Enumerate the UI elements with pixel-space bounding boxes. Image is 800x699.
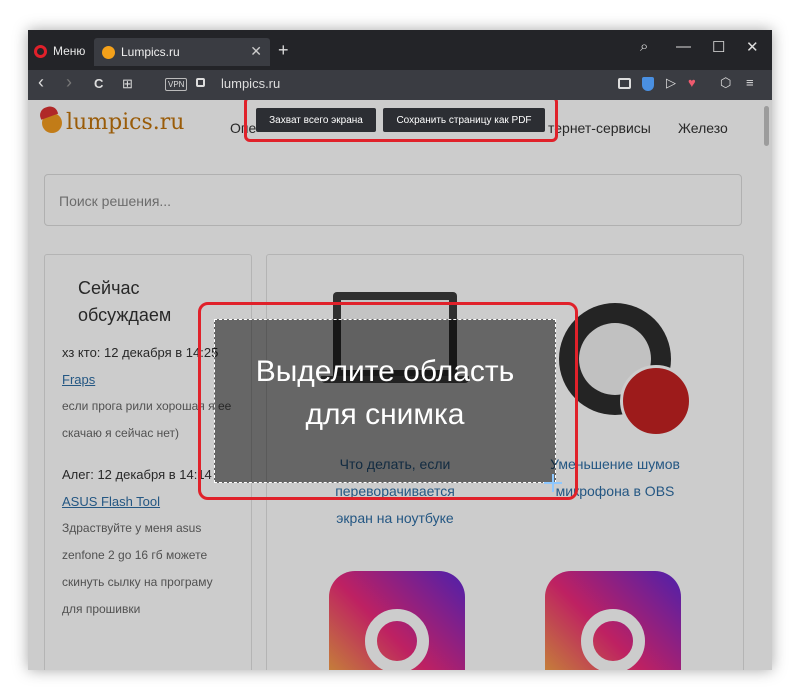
selection-hint: Выделите область для снимка [215,350,555,436]
selection-hint-line1: Выделите область [255,355,515,388]
tab-title: Lumpics.ru [121,45,180,59]
selection-area[interactable]: Выделите область для снимка [214,319,556,483]
search-tabs-icon[interactable]: ⌕ [640,38,648,55]
favicon-icon [102,45,115,59]
shield-icon[interactable] [642,77,654,91]
vpn-badge[interactable]: VPN [165,78,188,91]
tab-close-icon[interactable]: ✕ [250,43,262,60]
opera-menu-button[interactable]: Меню [34,41,85,61]
maximize-icon[interactable]: ☐ [712,38,725,56]
page-content: lumpics.ru Опе тернет-сервисы Железо Пои… [28,100,772,670]
reload-icon[interactable]: C [94,76,103,91]
cube-icon[interactable]: ⬡ [720,75,731,91]
selection-hint-line2: для снимка [305,398,465,431]
address-bar: ‹ › C ⊞ VPN lumpics.ru ▷ ♥ ⬡ ≡ [28,70,772,100]
browser-window: Меню Lumpics.ru ✕ + ⌕ — ☐ ✕ ‹ › C ⊞ VPN … [28,30,772,670]
camera-icon[interactable] [618,78,631,89]
minimize-icon[interactable]: — [676,38,691,55]
new-tab-button[interactable]: + [278,40,289,61]
crosshair-cursor-icon [544,474,562,492]
close-icon[interactable]: ✕ [746,38,759,56]
save-as-pdf-button[interactable]: Сохранить страницу как PDF [383,108,545,132]
tab-lumpics[interactable]: Lumpics.ru ✕ [94,38,270,66]
tab-bar: Меню Lumpics.ru ✕ + ⌕ — ☐ ✕ [28,30,772,70]
heart-icon[interactable]: ♥ [688,75,696,90]
settings-icon[interactable]: ≡ [746,75,754,90]
opera-logo-icon [34,44,47,58]
lock-icon [196,78,205,87]
url-field[interactable]: lumpics.ru [221,76,280,91]
forward-icon[interactable]: › [66,72,72,93]
speed-dial-icon[interactable]: ⊞ [122,76,133,92]
menu-label: Меню [53,44,86,58]
send-icon[interactable]: ▷ [666,75,676,91]
back-icon[interactable]: ‹ [38,72,44,93]
full-screen-capture-button[interactable]: Захват всего экрана [256,108,376,132]
